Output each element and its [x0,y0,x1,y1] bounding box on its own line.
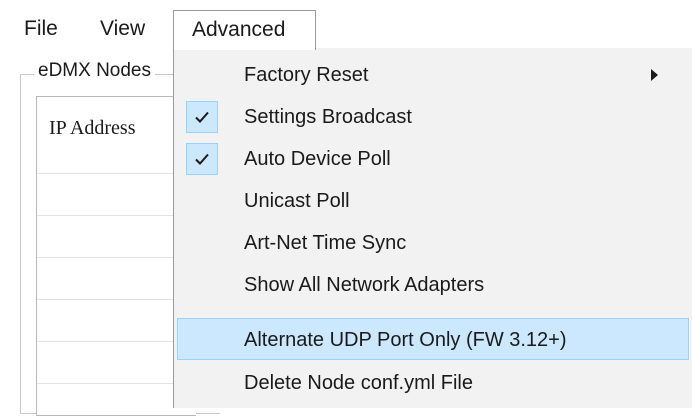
menu-item-art-net-time-sync[interactable]: Art-Net Time Sync [174,222,692,264]
menu-item-delete-node-conf[interactable]: Delete Node conf.yml File [174,362,692,404]
menu-item-unicast-poll[interactable]: Unicast Poll [174,180,692,222]
menu-item-label: Art-Net Time Sync [244,232,407,254]
checkmark-icon [186,101,218,133]
menu-item-label: Auto Device Poll [244,148,391,170]
group-title: eDMX Nodes [34,60,155,82]
menu-bar: File View Advanced [0,0,692,50]
menu-item-alternate-udp-port-only[interactable]: Alternate UDP Port Only (FW 3.12+) [177,318,689,360]
column-header-ip-address[interactable]: IP Address [49,117,135,140]
checkmark-icon [186,143,218,175]
menu-item-label: Delete Node conf.yml File [244,372,473,394]
menu-item-factory-reset[interactable]: Factory Reset [174,54,692,96]
menu-advanced[interactable]: Advanced [173,10,316,50]
menu-item-settings-broadcast[interactable]: Settings Broadcast [174,96,692,138]
menu-item-label: Show All Network Adapters [244,274,485,296]
menu-item-label: Factory Reset [244,64,369,86]
menu-item-show-all-network-adapters[interactable]: Show All Network Adapters [174,264,692,306]
menu-item-label: Settings Broadcast [244,106,412,128]
menu-item-label: Unicast Poll [244,190,350,212]
chevron-right-icon [651,69,658,81]
menu-item-auto-device-poll[interactable]: Auto Device Poll [174,138,692,180]
menu-file[interactable]: File [14,10,68,48]
menu-item-label: Alternate UDP Port Only (FW 3.12+) [244,329,567,351]
menu-view[interactable]: View [88,10,157,48]
advanced-dropdown-menu: Factory Reset Settings Broadcast Auto De… [173,48,692,408]
nodes-list[interactable]: IP Address [36,96,197,416]
